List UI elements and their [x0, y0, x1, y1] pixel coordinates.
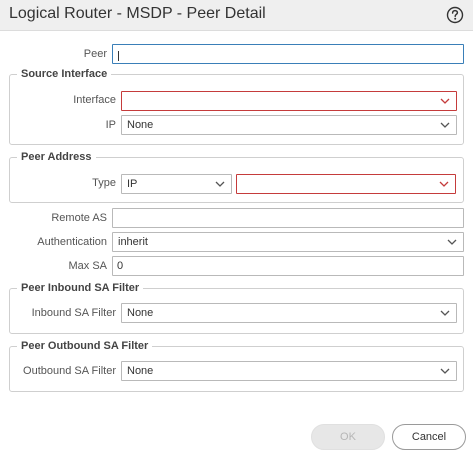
ip-value: None	[127, 119, 154, 131]
type-value: IP	[127, 178, 138, 190]
outbound-filter-label: Outbound SA Filter	[23, 365, 116, 377]
peer-address-legend: Peer Address	[17, 151, 96, 163]
chevron-down-icon	[215, 181, 225, 187]
dialog-titlebar: Logical Router - MSDP - Peer Detail	[0, 0, 473, 31]
source-interface-legend: Source Interface	[17, 68, 112, 80]
chevron-down-icon	[440, 122, 450, 128]
max-sa-value: 0	[117, 260, 124, 272]
chevron-down-icon	[439, 181, 449, 187]
authentication-select[interactable]: inherit	[112, 232, 464, 252]
inbound-filter-select[interactable]: None	[121, 303, 457, 323]
dialog-title: Logical Router - MSDP - Peer Detail	[9, 5, 266, 22]
peer-inbound-legend: Peer Inbound SA Filter	[17, 282, 144, 294]
inbound-filter-label: Inbound SA Filter	[31, 307, 116, 319]
peer-address-select[interactable]	[236, 174, 456, 194]
interface-label: Interface	[73, 94, 116, 106]
chevron-down-icon	[440, 98, 450, 104]
ip-label: IP	[105, 119, 116, 131]
inbound-filter-value: None	[127, 307, 154, 319]
text-cursor	[118, 51, 119, 61]
max-sa-label: Max SA	[68, 260, 107, 272]
outbound-filter-select[interactable]: None	[121, 361, 457, 381]
outbound-filter-value: None	[127, 365, 154, 377]
max-sa-input[interactable]: 0	[112, 256, 464, 276]
peer-input[interactable]	[112, 44, 464, 64]
cancel-button[interactable]: Cancel	[392, 424, 466, 450]
ip-select[interactable]: None	[121, 115, 457, 135]
type-select[interactable]: IP	[121, 174, 232, 194]
authentication-label: Authentication	[37, 236, 107, 248]
remote-as-input[interactable]	[112, 208, 464, 228]
type-label: Type	[92, 177, 116, 189]
peer-label: Peer	[83, 48, 107, 60]
peer-outbound-legend: Peer Outbound SA Filter	[17, 340, 153, 352]
remote-as-label: Remote AS	[51, 212, 107, 224]
ok-button[interactable]: OK	[311, 424, 385, 450]
chevron-down-icon	[440, 310, 450, 316]
help-icon[interactable]	[446, 6, 464, 24]
chevron-down-icon	[440, 368, 450, 374]
authentication-value: inherit	[118, 236, 148, 248]
interface-select[interactable]	[121, 91, 457, 111]
chevron-down-icon	[447, 239, 457, 245]
